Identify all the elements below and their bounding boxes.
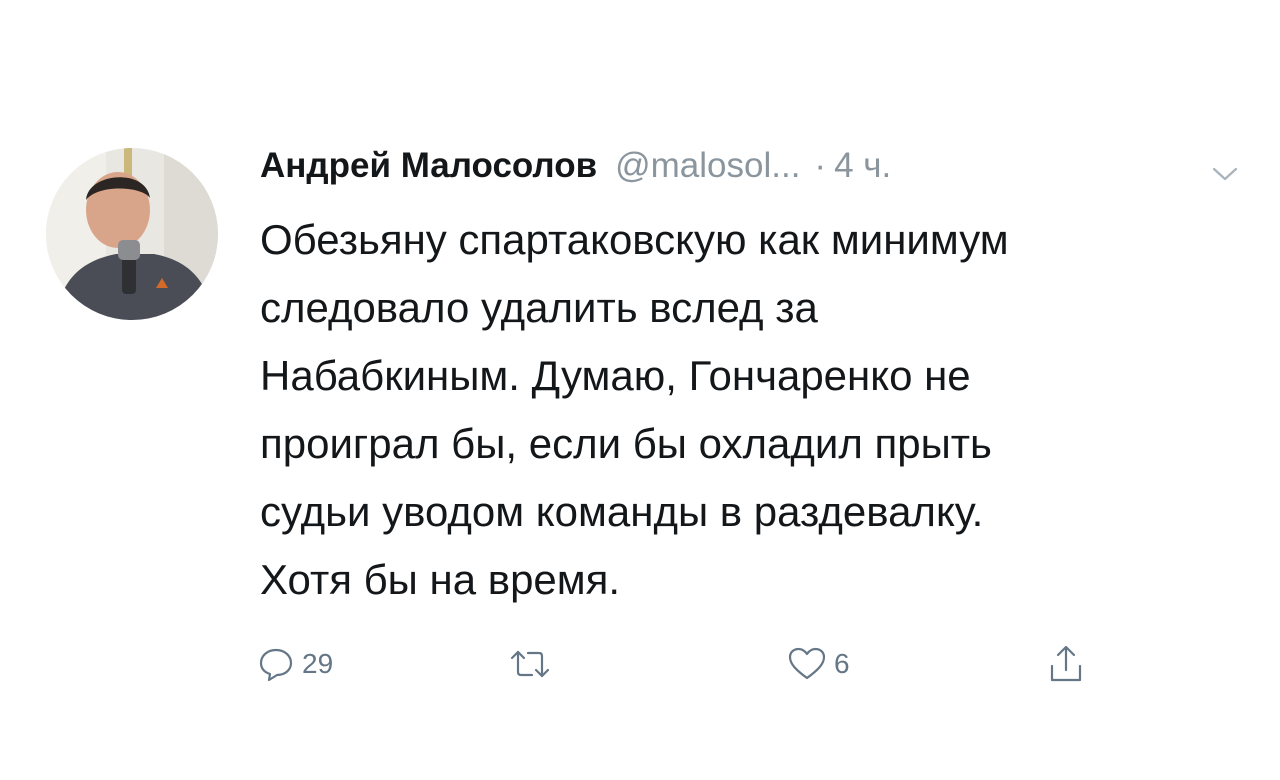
tweet-text-line: Набабкиным. Думаю, Гончаренко не xyxy=(260,352,971,399)
tweet-text-line: судьи уводом команды в раздевалку. xyxy=(260,488,984,535)
chevron-down-icon[interactable] xyxy=(1210,164,1240,184)
tweet-text-line: проиграл бы, если бы охладил прыть xyxy=(260,420,992,467)
header-separator: · xyxy=(814,146,827,185)
tweet: Андрей Малосолов @malosol... · 4 ч. Обез… xyxy=(0,0,1280,780)
retweet-icon xyxy=(506,644,554,684)
author-name[interactable]: Андрей Малосолов xyxy=(260,146,597,186)
retweet-button[interactable] xyxy=(506,640,560,688)
reply-button[interactable]: 29 xyxy=(256,640,333,688)
tweet-header: Андрей Малосолов @malosol... · 4 ч. xyxy=(260,146,891,194)
share-icon xyxy=(1046,642,1086,686)
tweet-timestamp[interactable]: 4 ч. xyxy=(834,146,891,186)
like-button[interactable]: 6 xyxy=(786,640,850,688)
tweet-text: Обезьяну спартаковскую как минимум следо… xyxy=(260,206,1260,614)
avatar[interactable] xyxy=(46,148,218,320)
reply-count: 29 xyxy=(302,648,334,679)
tweet-text-line: Хотя бы на время. xyxy=(260,556,621,603)
heart-icon xyxy=(786,644,828,684)
avatar-image xyxy=(46,148,218,320)
tweet-text-line: Обезьяну спартаковскую как минимум xyxy=(260,216,1009,263)
author-handle[interactable]: @malosol... xyxy=(615,146,800,186)
tweet-text-line: следовало удалить вслед за xyxy=(260,284,818,331)
share-button[interactable] xyxy=(1046,640,1086,688)
like-count: 6 xyxy=(834,648,850,679)
reply-icon xyxy=(256,644,296,684)
